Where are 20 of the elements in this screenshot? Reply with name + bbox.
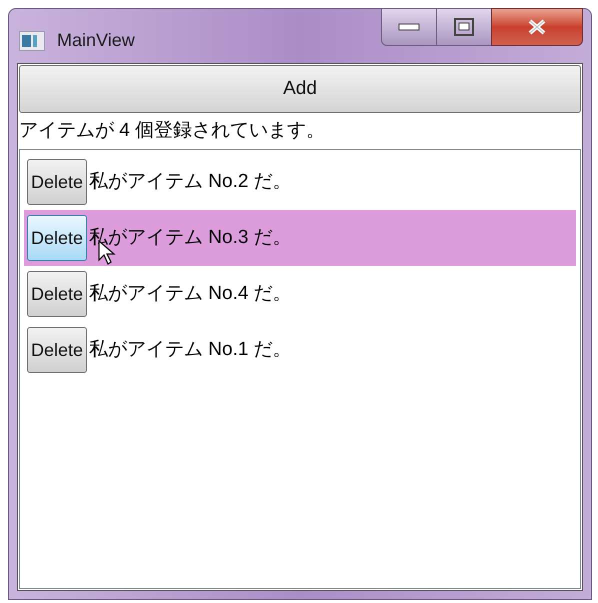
maximize-button[interactable] (437, 8, 491, 46)
minimize-button[interactable] (381, 8, 437, 46)
maximize-icon (454, 18, 474, 36)
item-text: 私がアイテム No.4 だ。 (89, 282, 292, 306)
app-icon (19, 30, 45, 50)
list-item[interactable]: Delete 私がアイテム No.2 だ。 (24, 154, 576, 210)
close-icon (526, 18, 548, 36)
close-button[interactable] (491, 8, 583, 46)
delete-button[interactable]: Delete (27, 327, 88, 373)
window-title: MainView (57, 29, 135, 52)
item-count-text: アイテムが 4 個登録されています。 (18, 118, 326, 143)
delete-button[interactable]: Delete (27, 159, 88, 205)
delete-button[interactable]: Delete (27, 215, 88, 261)
item-text: 私がアイテム No.2 だ。 (89, 170, 292, 194)
list-item[interactable]: Delete 私がアイテム No.4 だ。 (24, 266, 576, 322)
add-button[interactable]: Add (19, 65, 581, 113)
list-item[interactable]: Delete 私がアイテム No.1 だ。 (24, 322, 576, 378)
item-text: 私がアイテム No.1 だ。 (89, 338, 292, 362)
minimize-icon (398, 23, 420, 31)
delete-button[interactable]: Delete (27, 271, 88, 317)
